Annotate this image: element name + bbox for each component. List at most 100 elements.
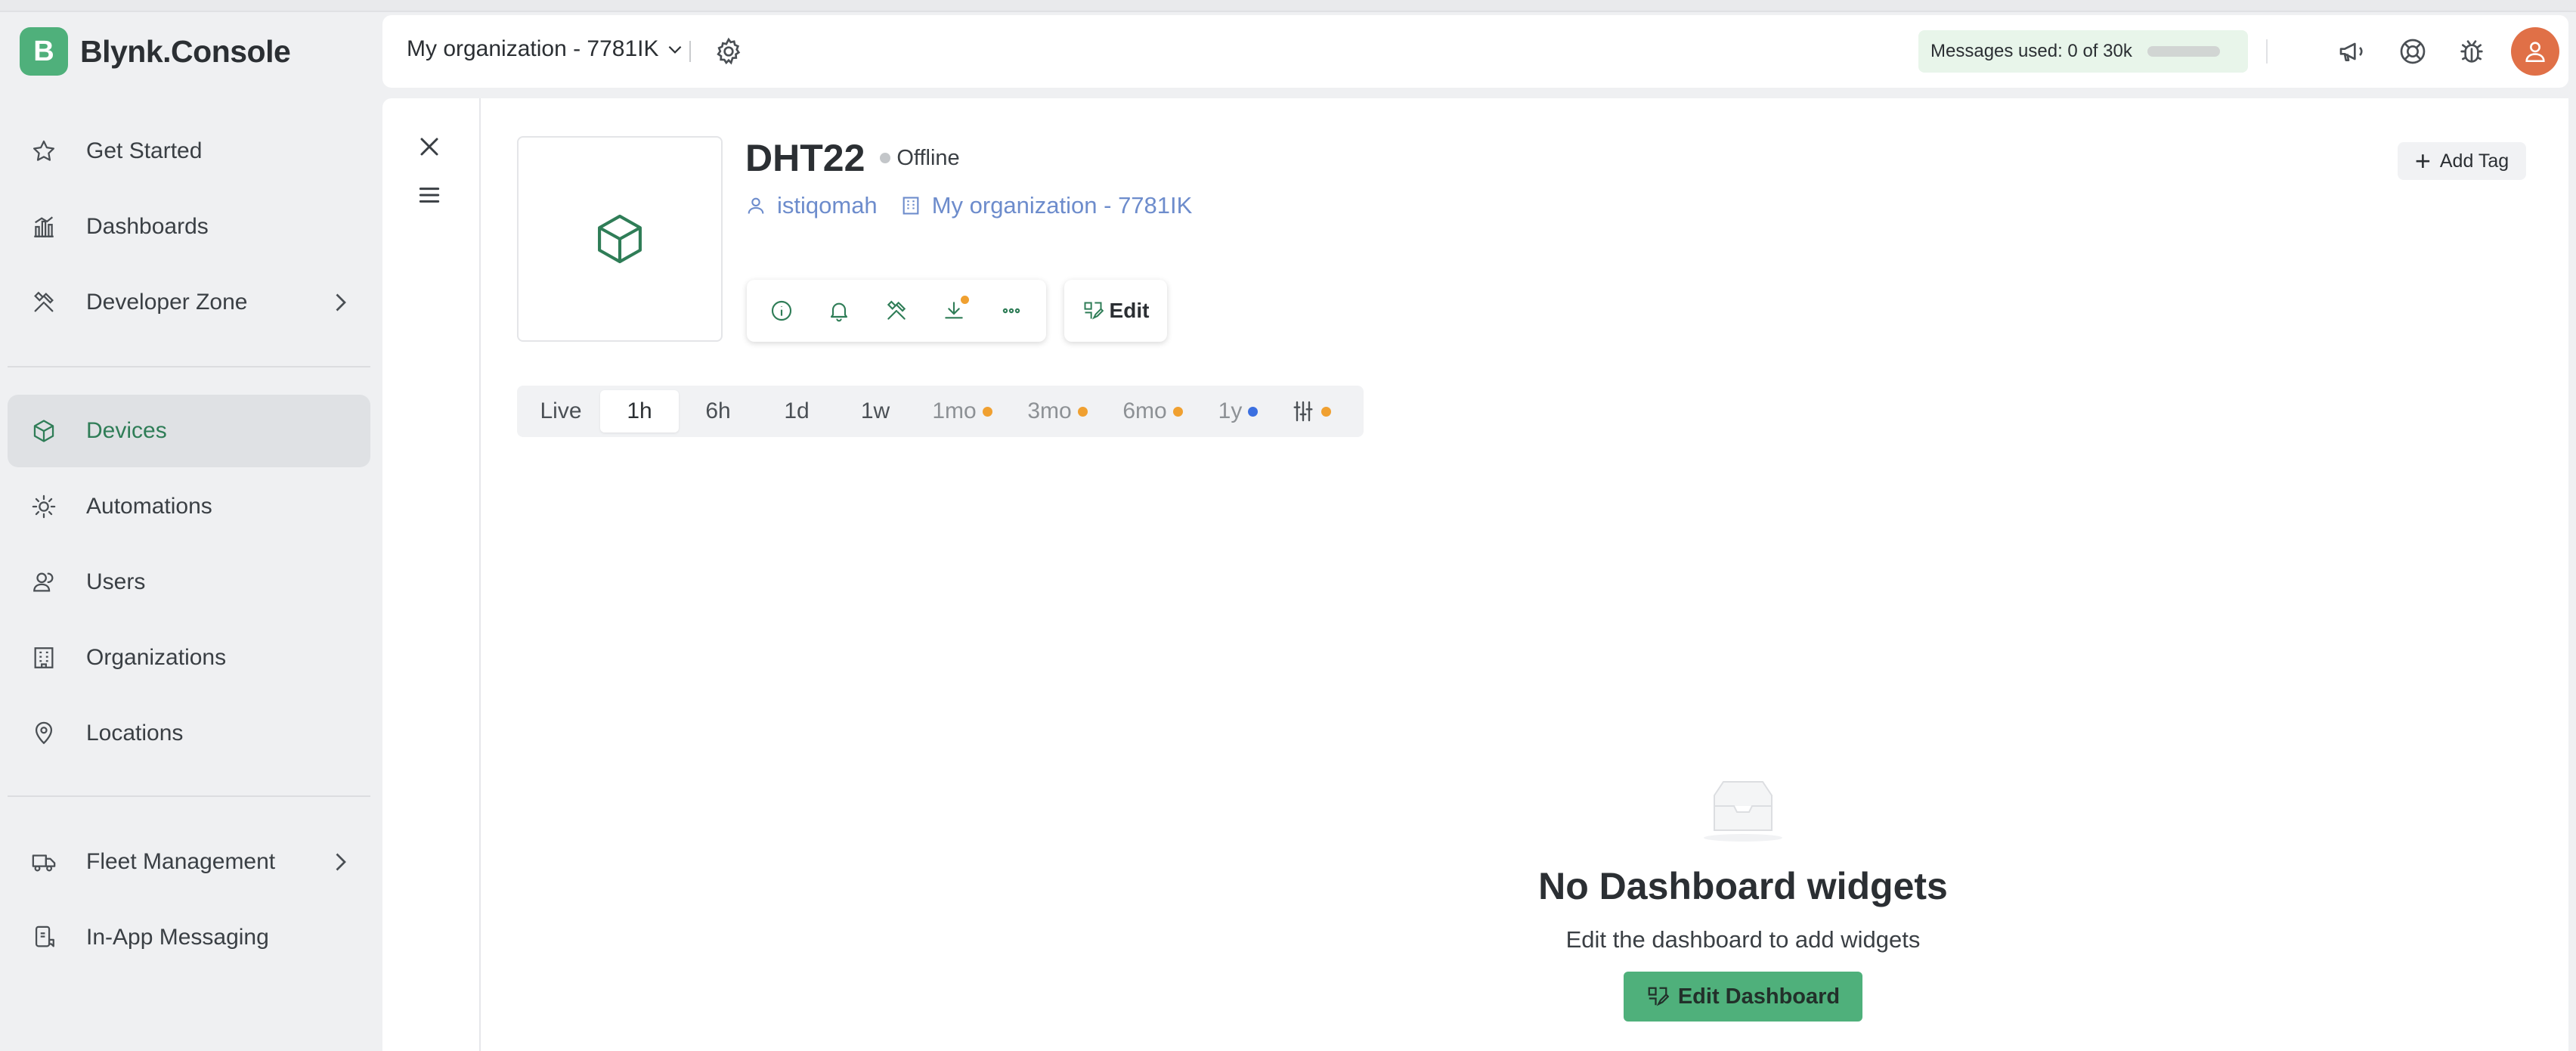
- sidebar-item-in-app-messaging[interactable]: In-App Messaging: [8, 901, 370, 974]
- sidebar-item-users[interactable]: Users: [8, 546, 370, 619]
- sidebar-item-get-started[interactable]: Get Started: [8, 115, 370, 188]
- more-icon[interactable]: [996, 296, 1026, 326]
- empty-state-title: No Dashboard widgets: [1538, 865, 1948, 907]
- sidebar-item-automations[interactable]: Automations: [8, 470, 370, 543]
- tools-icon: [29, 287, 59, 318]
- gear-icon[interactable]: [714, 36, 744, 67]
- plus-icon: +: [2414, 145, 2431, 176]
- sidebar-item-label: Get Started: [86, 138, 203, 163]
- time-range-label: 1h: [627, 398, 652, 423]
- add-tag-label: Add Tag: [2439, 150, 2509, 172]
- empty-dashboard-state: No Dashboard widgets Edit the dashboard …: [1252, 779, 2234, 1022]
- premium-dot: [1248, 406, 1259, 417]
- brand-name: Blynk.Console: [80, 33, 291, 69]
- time-range-6mo[interactable]: 6mo: [1105, 390, 1200, 432]
- brand-logo: B: [20, 27, 68, 76]
- info-icon[interactable]: [766, 296, 797, 326]
- device-actions-toolbar: [747, 280, 1046, 342]
- organization-selector[interactable]: My organization - 7781IK: [407, 36, 685, 62]
- sidebar-divider: [8, 366, 370, 367]
- star-icon: [29, 136, 59, 166]
- time-range-label: 6h: [705, 398, 731, 423]
- window-top-strip: [0, 0, 2576, 12]
- device-name: DHT22: [745, 137, 865, 179]
- organization-label: My organization - 7781IK: [407, 36, 659, 61]
- time-range-label: 1w: [860, 398, 890, 423]
- premium-dot: [982, 406, 992, 417]
- notification-dot: [961, 296, 969, 304]
- messages-usage-badge[interactable]: Messages used: 0 of 30k: [1918, 30, 2248, 73]
- time-range-3mo[interactable]: 3mo: [1010, 390, 1105, 432]
- sidebar-item-organizations[interactable]: Organizations: [8, 622, 370, 694]
- sidebar: B Blynk.Console Get Started Dashboards D…: [0, 12, 381, 1051]
- sidebar-item-fleet-management[interactable]: Fleet Management: [8, 826, 370, 898]
- download-icon[interactable]: [939, 296, 969, 326]
- user-icon: [748, 197, 764, 214]
- sidebar-item-developer-zone[interactable]: Developer Zone: [8, 266, 370, 339]
- device-title-row: DHT22 Offline: [745, 136, 960, 180]
- time-range-live[interactable]: Live: [522, 390, 600, 432]
- time-range-label: Live: [540, 398, 582, 423]
- status-dot: [880, 153, 891, 163]
- user-avatar[interactable]: [2511, 27, 2559, 76]
- time-range-1h[interactable]: 1h: [600, 390, 679, 432]
- time-range-label: 3mo: [1027, 398, 1072, 423]
- custom-range-button[interactable]: [1276, 390, 1345, 432]
- inbox-icon: [1704, 781, 1782, 842]
- sidebar-item-locations[interactable]: Locations: [8, 697, 370, 770]
- bug-icon[interactable]: [2457, 36, 2487, 67]
- sidebar-item-label: Locations: [86, 721, 184, 746]
- time-range-label: 6mo: [1122, 398, 1167, 423]
- device-panel: DHT22 Offline istiqomah My organization …: [382, 98, 2568, 1051]
- help-lifebuoy-icon[interactable]: [2398, 36, 2428, 67]
- time-range-label: 1y: [1218, 398, 1243, 423]
- cube-icon: [598, 214, 642, 264]
- menu-icon[interactable]: [414, 180, 444, 210]
- edit-layout-icon: [1084, 302, 1104, 320]
- close-icon[interactable]: [414, 132, 444, 162]
- top-header: My organization - 7781IK Messages used: …: [382, 15, 2568, 88]
- megaphone-icon[interactable]: [2337, 36, 2367, 67]
- bell-icon[interactable]: [824, 296, 854, 326]
- sidebar-item-dashboards[interactable]: Dashboards: [8, 191, 370, 263]
- time-range-1w[interactable]: 1w: [836, 390, 915, 432]
- device-owner: istiqomah: [777, 192, 878, 219]
- device-status: Offline: [896, 145, 960, 170]
- automation-icon: [29, 491, 59, 522]
- chevron-down-icon: [668, 45, 681, 54]
- brand[interactable]: B Blynk.Console: [20, 27, 291, 76]
- edit-device-button[interactable]: Edit: [1064, 280, 1167, 342]
- pin-icon: [29, 718, 59, 749]
- add-tag-button[interactable]: + Add Tag: [2398, 142, 2526, 180]
- messages-usage-bar: [2147, 46, 2220, 57]
- sliders-icon: [1293, 401, 1313, 422]
- device-organization-link[interactable]: My organization - 7781IK: [900, 192, 1193, 219]
- tools-icon[interactable]: [881, 296, 912, 326]
- time-range-label: 1mo: [932, 398, 977, 423]
- device-organization: My organization - 7781IK: [931, 192, 1193, 219]
- sidebar-item-devices[interactable]: Devices: [8, 395, 370, 467]
- time-range-6h[interactable]: 6h: [679, 390, 757, 432]
- building-icon: [903, 197, 919, 215]
- sidebar-divider: [8, 795, 370, 797]
- device-image[interactable]: [517, 136, 723, 342]
- edit-dashboard-button[interactable]: Edit Dashboard: [1624, 972, 1862, 1022]
- sidebar-item-label: Organizations: [86, 645, 227, 670]
- panel-rail: [382, 98, 481, 1051]
- sidebar-item-label: Devices: [86, 418, 167, 443]
- time-range-1y[interactable]: 1y: [1200, 390, 1276, 432]
- time-range-1mo[interactable]: 1mo: [915, 390, 1010, 432]
- device-owner-link[interactable]: istiqomah: [745, 192, 878, 219]
- device-meta: istiqomah My organization - 7781IK: [745, 192, 1215, 219]
- time-range-1d[interactable]: 1d: [757, 390, 836, 432]
- building-icon: [29, 643, 59, 673]
- edit-label: Edit: [1109, 299, 1150, 322]
- users-icon: [29, 567, 59, 597]
- sidebar-item-label: Users: [86, 569, 146, 594]
- time-range-label: 1d: [784, 398, 810, 423]
- truck-icon: [29, 847, 59, 877]
- chevron-right-icon: [327, 289, 354, 316]
- user-icon: [2525, 42, 2545, 63]
- messages-usage-label: Messages used: 0 of 30k: [1930, 41, 2132, 61]
- sidebar-item-label: Automations: [86, 494, 212, 519]
